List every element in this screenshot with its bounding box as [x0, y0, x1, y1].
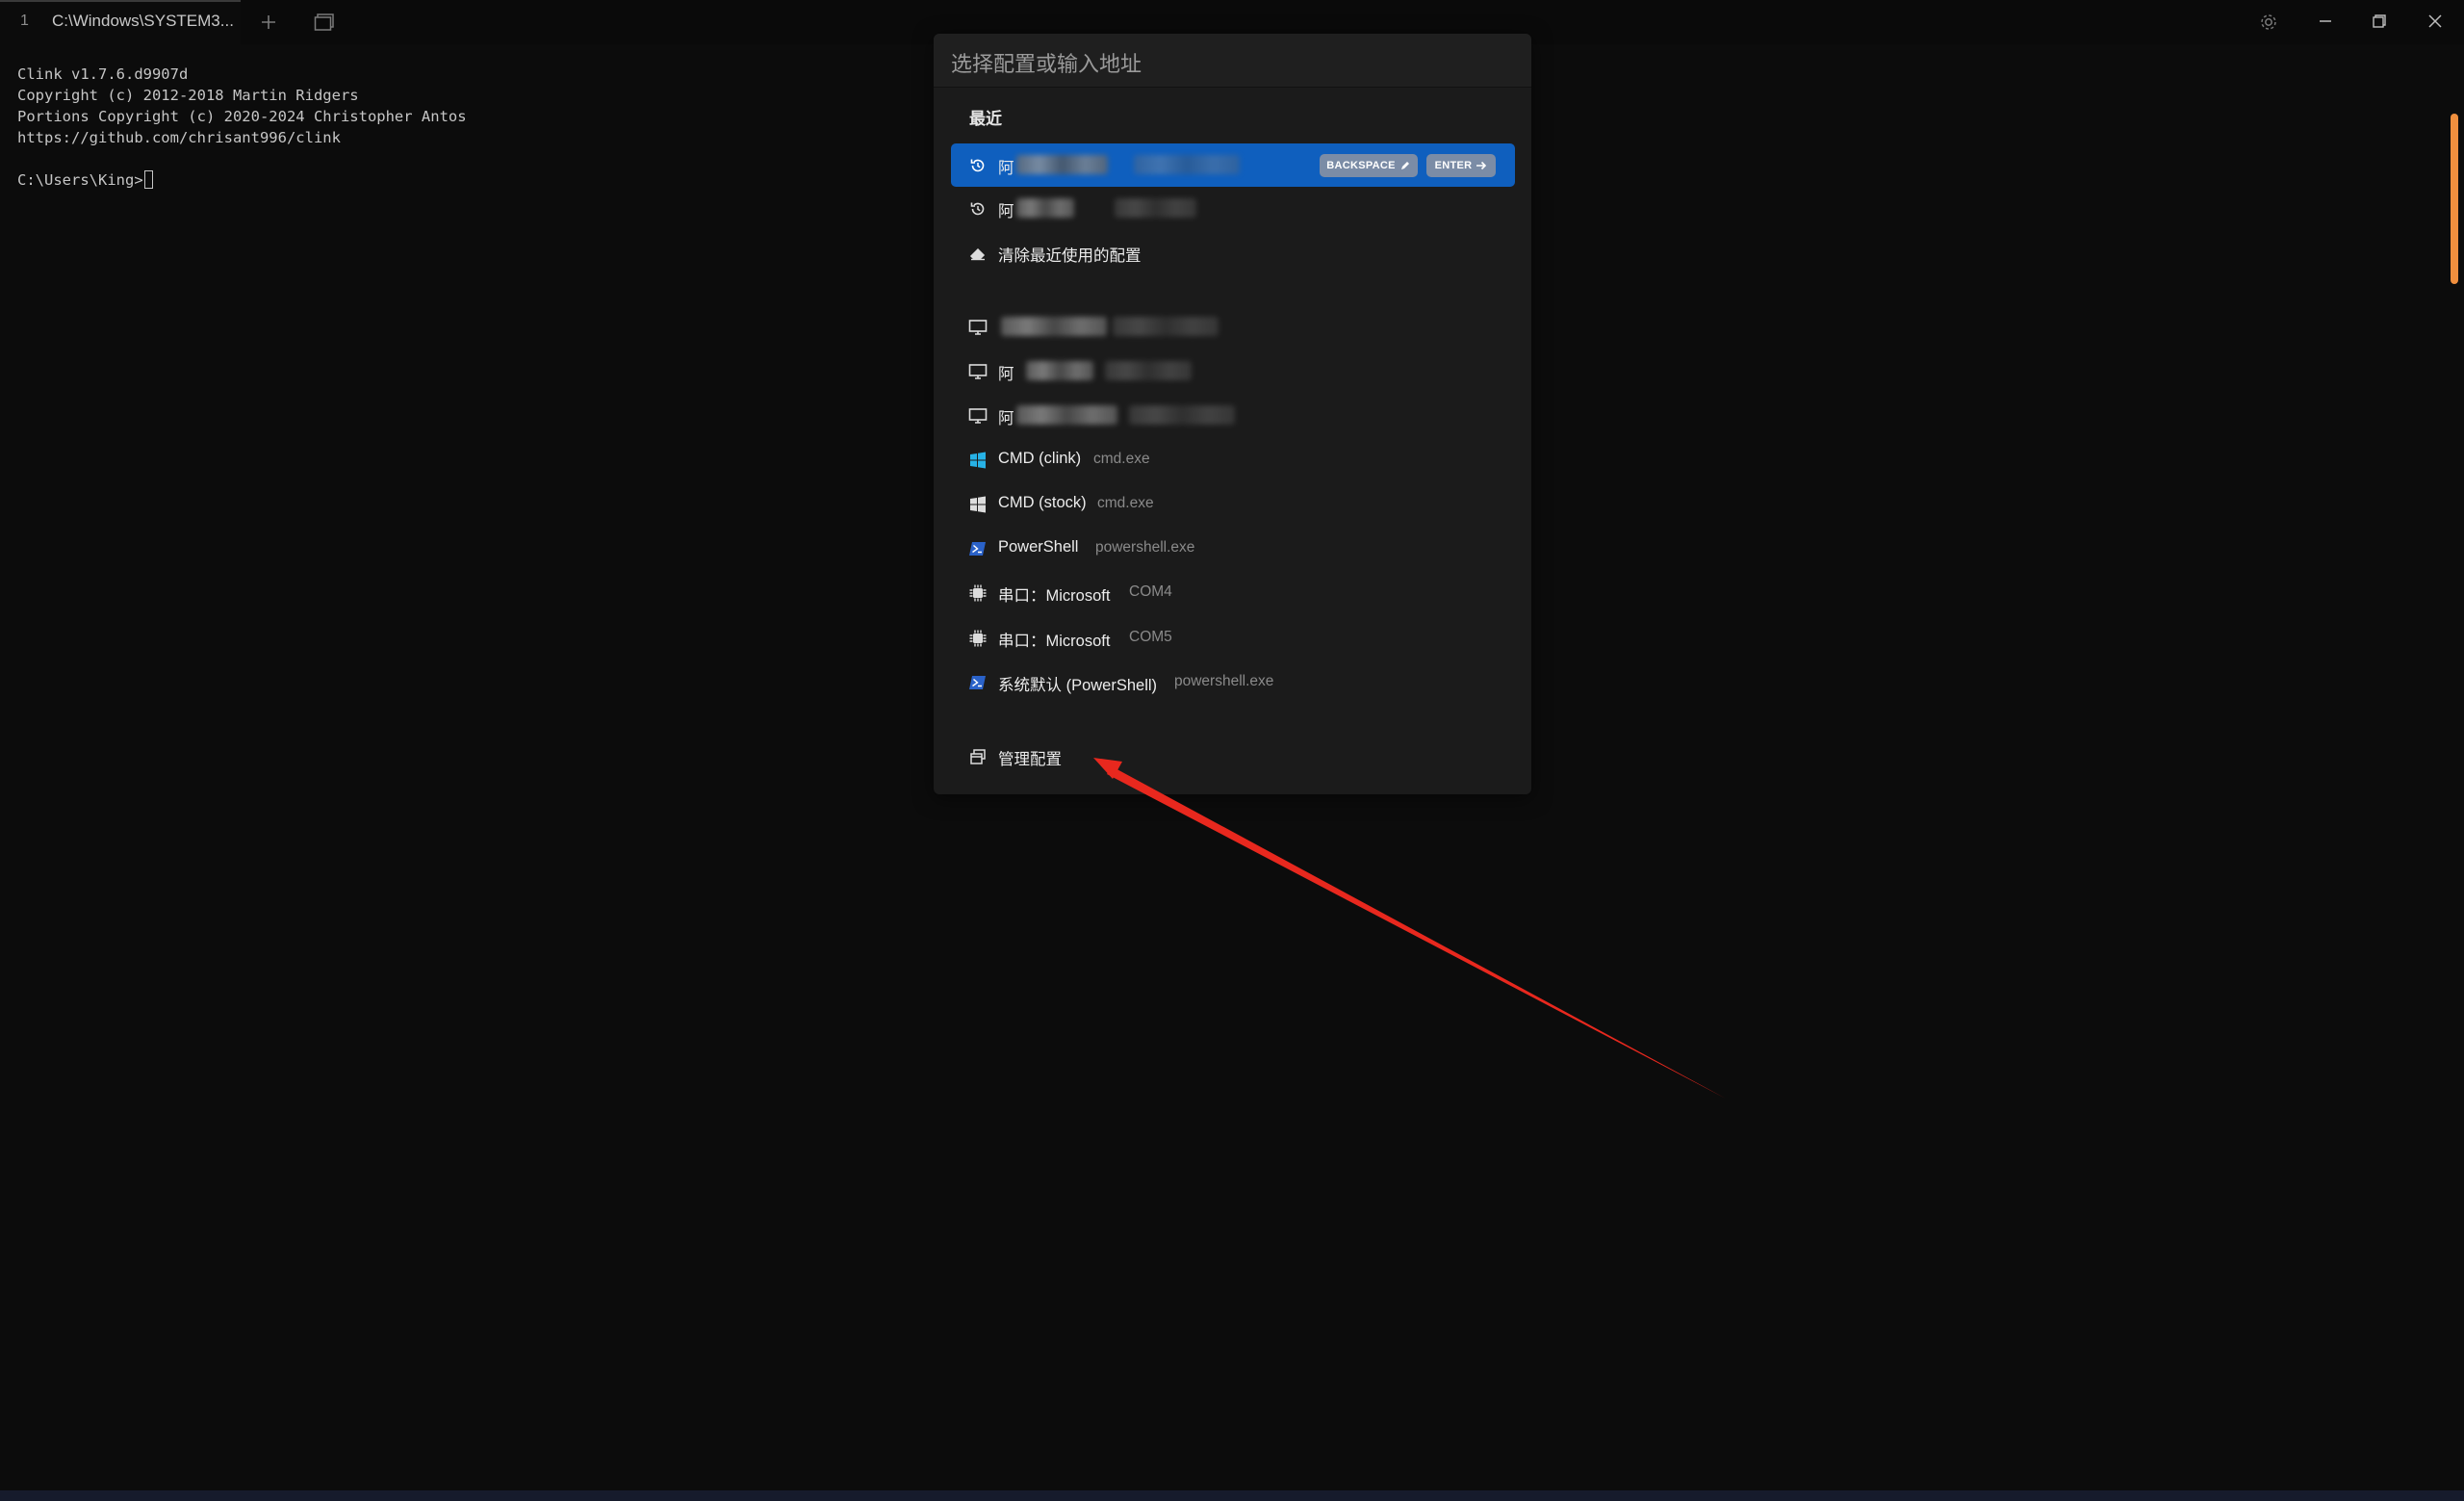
manage-profiles-label: 管理配置 [998, 751, 1062, 768]
gear-icon[interactable] [2254, 8, 2283, 37]
prompt-text: C:\Users\King> [17, 171, 143, 189]
panes-icon[interactable] [310, 8, 339, 37]
redacted-text [1016, 155, 1108, 174]
windows-icon [967, 450, 988, 471]
monitor-icon [967, 361, 988, 382]
redacted-text [1016, 405, 1117, 425]
recent-item-name: 阿 [998, 160, 1014, 177]
palette-search-input[interactable]: 选择配置或输入地址 [934, 34, 1531, 88]
backspace-key-hint[interactable]: BACKSPACE [1320, 154, 1418, 177]
monitor-icon [967, 405, 988, 427]
profile-command: COM5 [1129, 629, 1172, 645]
redacted-text [1105, 361, 1192, 380]
redacted-text [1134, 155, 1240, 174]
scrollbar-thumb[interactable] [2451, 114, 2458, 284]
redacted-text [1115, 198, 1196, 218]
profile-item-serial-com5[interactable]: 串口：Microsoft COM5 [951, 616, 1515, 660]
taskbar-strip [0, 1490, 2464, 1501]
chip-icon [967, 628, 988, 649]
terminal-output[interactable]: Clink v1.7.6.d9907d Copyright (c) 2012-2… [17, 64, 467, 191]
redacted-text [1113, 317, 1219, 336]
enter-key-hint[interactable]: ENTER [1426, 154, 1496, 177]
profile-name: 串口：Microsoft [998, 587, 1111, 605]
recent-item[interactable]: 阿 BACKSPACE ENTER [951, 143, 1515, 187]
history-icon [967, 198, 988, 220]
profile-command: COM4 [1129, 583, 1172, 600]
tab-active-indicator [0, 0, 241, 2]
redacted-text [1026, 361, 1093, 380]
profile-palette: 选择配置或输入地址 最近 阿 BACKSPACE ENTER 阿 清除最近使用的… [934, 34, 1531, 794]
profile-command: powershell.exe [1174, 673, 1274, 689]
profile-item[interactable]: 阿 [951, 349, 1515, 393]
profile-name: PowerShell [998, 538, 1079, 556]
redacted-text [1001, 317, 1107, 336]
plus-icon[interactable] [254, 8, 283, 37]
powershell-icon [967, 672, 988, 693]
profile-item-system-default[interactable]: 系统默认 (PowerShell) powershell.exe [951, 660, 1515, 704]
prompt-line: C:\Users\King> [17, 169, 467, 191]
minimize-icon[interactable] [2306, 4, 2345, 39]
terminal-line: Clink v1.7.6.d9907d [17, 65, 189, 83]
windows-stack-icon [967, 746, 988, 767]
windows-icon [967, 494, 988, 515]
clear-recent-button[interactable]: 清除最近使用的配置 [951, 231, 1515, 274]
powershell-icon [967, 538, 988, 559]
redacted-text [1129, 405, 1235, 425]
tab-title: C:\Windows\SYSTEM3... [52, 12, 234, 30]
redacted-text [1016, 198, 1074, 218]
text-cursor [143, 170, 153, 189]
recent-item-name: 阿 [998, 203, 1014, 220]
profile-name: CMD (clink) [998, 450, 1082, 467]
profile-item-serial-com4[interactable]: 串口：Microsoft COM4 [951, 571, 1515, 614]
profile-name: CMD (stock) [998, 494, 1087, 511]
backspace-label: BACKSPACE [1326, 160, 1396, 171]
maximize-icon[interactable] [2360, 4, 2399, 39]
manage-profiles-button[interactable]: 管理配置 [951, 735, 1515, 778]
profile-name: 串口：Microsoft [998, 633, 1111, 650]
history-icon [967, 155, 988, 176]
tab-index: 1 [20, 13, 29, 29]
recent-item[interactable]: 阿 [951, 187, 1515, 230]
chip-icon [967, 582, 988, 604]
profile-command: cmd.exe [1097, 495, 1154, 511]
profile-item-cmd-clink[interactable]: CMD (clink) cmd.exe [951, 438, 1515, 481]
profile-item-powershell[interactable]: PowerShell powershell.exe [951, 527, 1515, 570]
profile-command: powershell.exe [1095, 539, 1195, 556]
profile-name: 系统默认 (PowerShell) [998, 677, 1158, 694]
terminal-line: Copyright (c) 2012-2018 Martin Ridgers [17, 87, 359, 104]
terminal-line: https://github.com/chrisant996/clink [17, 129, 341, 146]
profile-name: 阿 [998, 410, 1014, 427]
terminal-tab[interactable]: 1 C:\Windows\SYSTEM3... [0, 0, 241, 44]
terminal-line: Portions Copyright (c) 2020-2024 Christo… [17, 108, 467, 125]
profile-item[interactable] [951, 305, 1515, 349]
clear-recent-label: 清除最近使用的配置 [998, 247, 1142, 265]
monitor-icon [967, 317, 988, 338]
eraser-icon [967, 243, 988, 264]
profile-name: 阿 [998, 366, 1014, 383]
pencil-icon [1400, 162, 1409, 169]
recent-header: 最近 [969, 110, 1002, 128]
profile-item[interactable]: 阿 [951, 394, 1515, 437]
arrow-right-icon [1476, 161, 1487, 170]
profile-command: cmd.exe [1093, 451, 1150, 467]
close-icon[interactable] [2416, 4, 2454, 39]
profile-item-cmd-stock[interactable]: CMD (stock) cmd.exe [951, 482, 1515, 526]
enter-label: ENTER [1434, 160, 1473, 171]
palette-placeholder: 选择配置或输入地址 [951, 52, 1142, 76]
